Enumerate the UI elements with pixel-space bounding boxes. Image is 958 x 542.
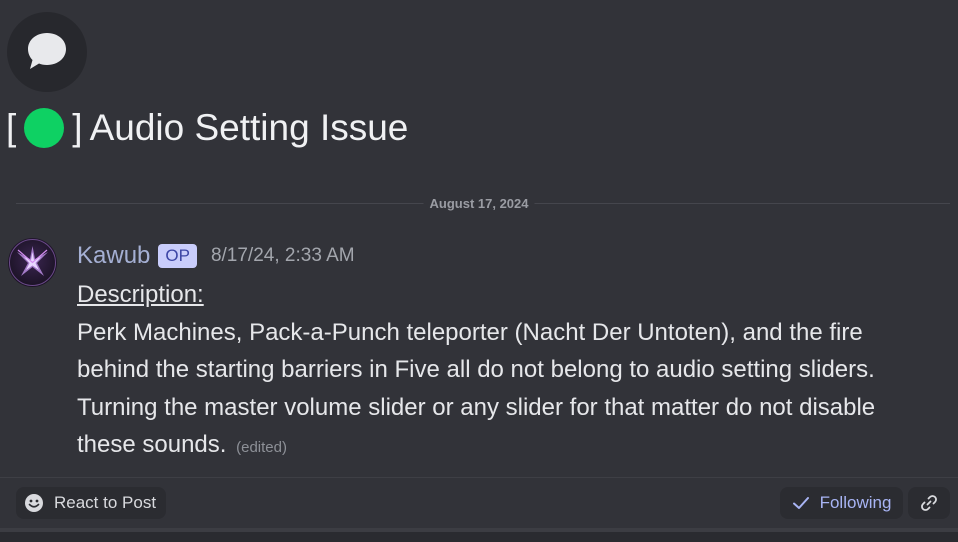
forum-thread-view: [ ] Audio Setting Issue August 17, 2024 …	[0, 0, 958, 542]
following-button[interactable]: Following	[780, 487, 903, 519]
title-close-bracket: ]	[72, 107, 83, 148]
avatar[interactable]	[8, 238, 57, 287]
thread-title-text: Audio Setting Issue	[89, 107, 409, 148]
bottom-bar-edge	[0, 528, 958, 532]
date-divider-label: August 17, 2024	[423, 196, 535, 211]
following-label: Following	[819, 493, 892, 512]
bottom-bar	[0, 528, 958, 542]
description-heading: Description:	[77, 281, 204, 308]
thread-title: [ ] Audio Setting Issue	[6, 104, 408, 152]
message-timestamp: 8/17/24, 2:33 AM	[210, 245, 355, 266]
avatar-kawub-logo	[9, 239, 56, 286]
react-to-post-button[interactable]: React to Post	[16, 487, 167, 519]
status-dot-icon	[24, 108, 65, 148]
footer-divider	[0, 477, 958, 478]
edited-label: (edited)	[236, 439, 287, 456]
link-icon	[921, 495, 937, 511]
message-content: Description: Perk Machines, Pack-a-Punch…	[77, 276, 937, 467]
smiley-icon	[24, 493, 44, 513]
op-badge: OP	[158, 244, 197, 268]
thread-icon-container	[7, 12, 87, 92]
react-to-post-label: React to Post	[54, 493, 157, 512]
title-open-bracket: [	[6, 107, 17, 148]
author-username[interactable]: Kawub	[77, 242, 150, 270]
message-header: Kawub OP 8/17/24, 2:33 AM	[77, 240, 355, 272]
checkmark-icon	[792, 494, 810, 512]
message-body-text: Perk Machines, Pack-a-Punch teleporter (…	[77, 318, 876, 459]
copy-link-button[interactable]	[908, 487, 950, 519]
chat-bubble-icon	[28, 33, 66, 69]
